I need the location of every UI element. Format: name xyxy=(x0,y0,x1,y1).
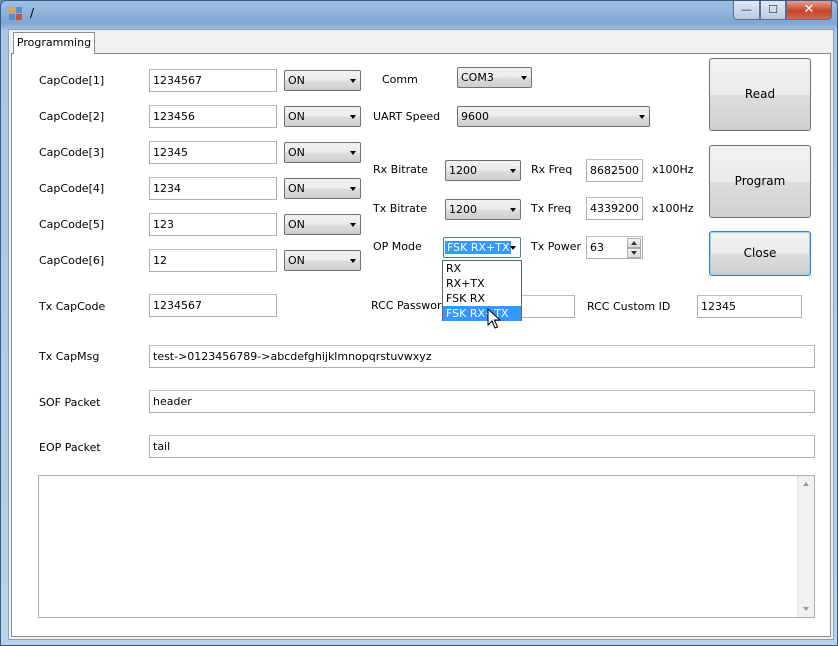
capcode-state-select-4[interactable]: ON xyxy=(284,178,361,199)
op-mode-option[interactable]: RX xyxy=(443,261,521,276)
chevron-down-icon xyxy=(510,208,516,212)
read-button[interactable]: Read xyxy=(709,58,811,131)
log-textarea[interactable] xyxy=(38,475,815,618)
capcode-label-6: CapCode[6] xyxy=(39,254,105,267)
op-mode-dropdown-list[interactable]: RX RX+TX FSK RX FSK RX+TX xyxy=(442,260,522,321)
chevron-down-icon xyxy=(350,79,356,83)
tab-programming[interactable]: Programming xyxy=(13,32,95,54)
capcode-label-3: CapCode[3] xyxy=(39,146,105,159)
rx-freq-label: Rx Freq xyxy=(531,163,573,176)
log-scrollbar[interactable] xyxy=(797,476,814,617)
tx-freq-unit: x100Hz xyxy=(652,202,694,215)
maximize-button[interactable]: ☐ xyxy=(760,1,786,20)
chevron-down-icon xyxy=(521,76,527,80)
capcode-label-5: CapCode[5] xyxy=(39,218,105,231)
sof-packet-input[interactable]: header xyxy=(149,390,815,413)
chevron-down-icon xyxy=(510,169,516,173)
title-bar[interactable]: / — ☐ ✕ xyxy=(1,1,837,27)
tx-power-label: Tx Power xyxy=(531,240,581,253)
rx-freq-unit: x100Hz xyxy=(652,163,694,176)
tx-bitrate-label: Tx Bitrate xyxy=(373,202,427,215)
rcc-password-input[interactable] xyxy=(516,295,575,318)
capcode-state-select-3[interactable]: ON xyxy=(284,142,361,163)
capcode-label-2: CapCode[2] xyxy=(39,110,105,123)
chevron-down-icon xyxy=(510,246,516,250)
tx-capcode-input[interactable]: 1234567 xyxy=(149,294,277,317)
op-mode-label: OP Mode xyxy=(373,240,422,253)
rx-freq-input[interactable]: 8682500 xyxy=(586,159,643,182)
capcode-input-4[interactable]: 1234 xyxy=(149,177,277,200)
chevron-down-icon xyxy=(350,223,356,227)
rx-bitrate-label: Rx Bitrate xyxy=(373,163,428,176)
arrow-down-icon xyxy=(631,251,637,255)
op-mode-option-highlighted[interactable]: FSK RX+TX xyxy=(443,306,521,321)
tx-capmsg-label: Tx CapMsg xyxy=(39,350,100,363)
uart-speed-label: UART Speed xyxy=(373,110,441,123)
capcode-state-select-1[interactable]: ON xyxy=(284,70,361,91)
capcode-state-select-5[interactable]: ON xyxy=(284,214,361,235)
op-mode-select[interactable]: FSK RX+TX xyxy=(443,237,521,258)
chevron-down-icon xyxy=(350,151,356,155)
tx-capcode-label: Tx CapCode xyxy=(39,300,106,313)
close-button[interactable]: Close xyxy=(709,231,811,276)
stepper-up-button[interactable] xyxy=(627,238,641,248)
eop-packet-label: EOP Packet xyxy=(39,441,101,454)
minimize-button[interactable]: — xyxy=(733,1,760,20)
stepper-down-button[interactable] xyxy=(627,248,641,258)
capcode-input-2[interactable]: 123456 xyxy=(149,105,277,128)
capcode-state-select-6[interactable]: ON xyxy=(284,250,361,271)
uart-speed-select[interactable]: 9600 xyxy=(457,106,650,127)
tx-capmsg-input[interactable]: test->0123456789->abcdefghijklmnopqrstuv… xyxy=(149,345,815,368)
chevron-down-icon xyxy=(350,115,356,119)
rcc-custom-id-label: RCC Custom ID xyxy=(587,300,671,313)
op-mode-option[interactable]: FSK RX xyxy=(443,291,521,306)
app-icon xyxy=(9,7,23,21)
tx-freq-input[interactable]: 4339200 xyxy=(586,197,643,220)
rcc-password-label: RCC Password xyxy=(371,299,449,312)
eop-packet-input[interactable]: tail xyxy=(149,435,815,458)
chevron-down-icon xyxy=(350,259,356,263)
capcode-input-6[interactable]: 12 xyxy=(149,249,277,272)
window-title: / xyxy=(30,6,35,20)
comm-select[interactable]: COM3 xyxy=(457,67,532,88)
capcode-label-4: CapCode[4] xyxy=(39,182,105,195)
rcc-custom-id-input[interactable]: 12345 xyxy=(697,295,802,318)
tx-bitrate-select[interactable]: 1200 xyxy=(445,199,521,220)
chevron-down-icon xyxy=(639,115,645,119)
scroll-up-icon[interactable] xyxy=(803,482,809,486)
close-window-button[interactable]: ✕ xyxy=(786,1,832,20)
capcode-state-select-2[interactable]: ON xyxy=(284,106,361,127)
comm-label: Comm xyxy=(382,73,418,86)
program-button[interactable]: Program xyxy=(709,145,811,218)
capcode-input-3[interactable]: 12345 xyxy=(149,141,277,164)
tx-freq-label: Tx Freq xyxy=(531,202,572,215)
capcode-input-1[interactable]: 1234567 xyxy=(149,69,277,92)
capcode-label-1: CapCode[1] xyxy=(39,74,105,87)
rx-bitrate-select[interactable]: 1200 xyxy=(445,160,521,181)
op-mode-option[interactable]: RX+TX xyxy=(443,276,521,291)
capcode-input-5[interactable]: 123 xyxy=(149,213,277,236)
chevron-down-icon xyxy=(350,187,356,191)
mouse-cursor-icon xyxy=(487,308,501,329)
sof-packet-label: SOF Packet xyxy=(39,396,101,409)
arrow-up-icon xyxy=(631,241,637,245)
scroll-down-icon[interactable] xyxy=(803,607,809,611)
tx-power-value: 63 xyxy=(590,241,604,254)
